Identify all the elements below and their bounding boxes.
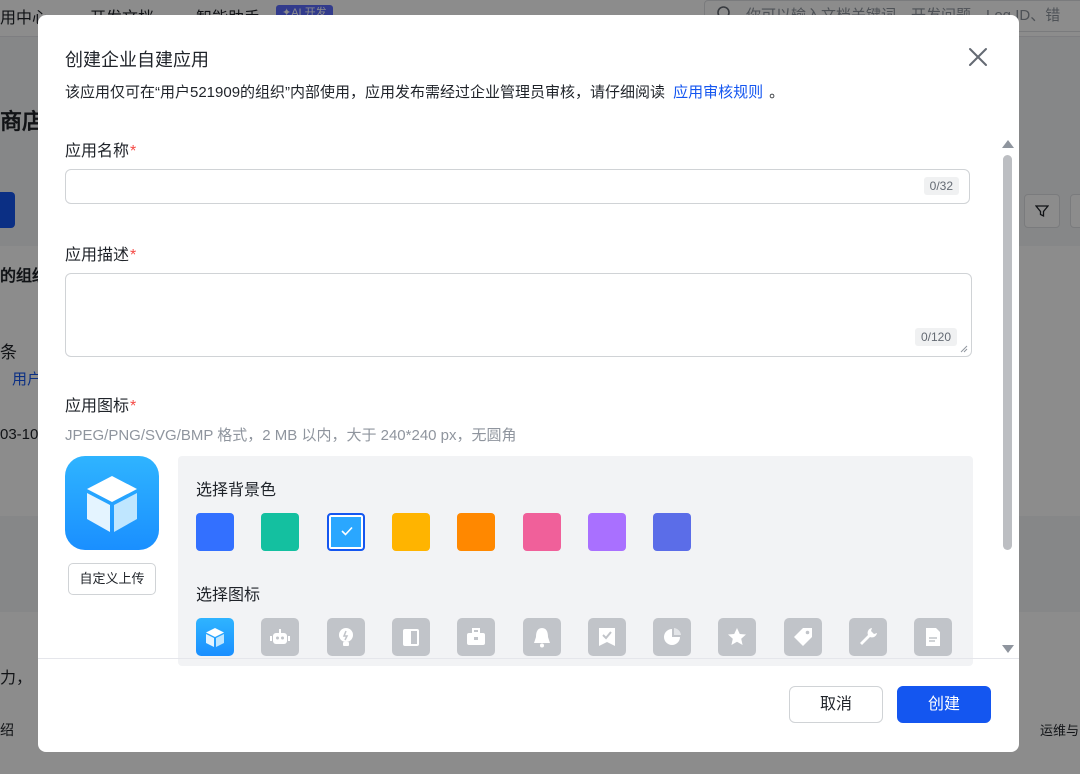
color-swatch[interactable] — [653, 513, 692, 551]
footer-divider — [38, 658, 1019, 659]
label-text: 应用图标 — [65, 398, 130, 415]
required-mark: * — [130, 143, 137, 160]
door-icon — [402, 629, 419, 646]
app-name-field[interactable]: 0/32 — [65, 169, 970, 204]
color-swatch[interactable] — [196, 513, 234, 551]
color-swatch[interactable] — [261, 513, 300, 551]
app-desc-textarea[interactable] — [66, 274, 971, 356]
cube-icon — [87, 476, 137, 532]
review-rules-link[interactable]: 应用审核规则 — [673, 84, 763, 101]
wrench-icon — [860, 628, 877, 645]
scroll-thumb[interactable] — [1003, 155, 1012, 550]
resize-handle-icon[interactable] — [960, 345, 968, 353]
custom-upload-button[interactable]: 自定义上传 — [68, 563, 156, 595]
color-swatch[interactable] — [522, 513, 561, 551]
icon-select-label: 选择图标 — [196, 587, 261, 604]
app-name-input[interactable] — [66, 170, 969, 203]
required-mark: * — [130, 398, 137, 415]
star-icon — [728, 628, 747, 645]
document-icon — [926, 628, 941, 646]
color-swatch[interactable] — [587, 513, 626, 551]
icon-picker-panel: 选择背景色 选择图标 — [178, 456, 973, 666]
dialog-title: 创建企业自建应用 — [65, 50, 209, 70]
icon-option[interactable] — [522, 618, 561, 656]
check-icon — [341, 526, 353, 536]
char-counter: 0/120 — [914, 328, 957, 346]
app-desc-label: 应用描述* — [65, 241, 136, 265]
icon-option[interactable] — [391, 618, 430, 656]
icon-option[interactable] — [849, 618, 887, 656]
badge-check-icon — [598, 628, 615, 646]
pie-chart-icon — [664, 628, 682, 645]
create-button[interactable]: 创建 — [897, 686, 991, 723]
app-icon-label: 应用图标* — [65, 392, 136, 416]
color-swatch[interactable] — [391, 513, 430, 551]
scroll-down-icon[interactable] — [1002, 645, 1014, 653]
color-swatch[interactable] — [457, 513, 496, 551]
icon-option[interactable] — [718, 618, 757, 656]
tag-icon — [793, 628, 812, 646]
required-mark: * — [130, 247, 137, 264]
icon-option[interactable] — [326, 618, 365, 656]
icon-option[interactable] — [587, 618, 626, 656]
cancel-button[interactable]: 取消 — [789, 686, 883, 723]
dialog-subtitle: 该应用仅可在“用户521909的组织”内部使用，应用发布需经过企业管理员审核，请… — [65, 81, 784, 102]
icon-option[interactable] — [196, 618, 234, 656]
icon-option[interactable] — [457, 618, 496, 656]
app-desc-field[interactable]: 0/120 — [65, 273, 972, 357]
app-name-label: 应用名称* — [65, 137, 136, 161]
char-counter: 0/32 — [923, 177, 959, 195]
bg-color-label: 选择背景色 — [196, 482, 277, 499]
cube-icon — [206, 628, 224, 647]
close-icon[interactable] — [966, 45, 990, 69]
label-text: 应用描述 — [65, 247, 130, 264]
color-swatch[interactable] — [326, 513, 365, 551]
icon-option[interactable] — [914, 618, 953, 656]
icon-option[interactable] — [261, 618, 300, 656]
icon-option[interactable] — [783, 618, 822, 656]
briefcase-icon — [467, 628, 486, 645]
create-app-dialog: 创建企业自建应用 该应用仅可在“用户521909的组织”内部使用，应用发布需经过… — [38, 15, 1019, 752]
icon-option[interactable] — [653, 618, 692, 656]
icon-format-hint: JPEG/PNG/SVG/BMP 格式，2 MB 以内，大于 240*240 p… — [65, 427, 517, 444]
scroll-up-icon[interactable] — [1002, 140, 1014, 148]
subtitle-end: 。 — [769, 84, 785, 101]
bell-icon — [533, 628, 550, 648]
icon-preview — [65, 456, 159, 550]
robot-icon — [270, 629, 291, 644]
subtitle-text: 该应用仅可在“用户521909的组织”内部使用，应用发布需经过企业管理员审核，请… — [65, 84, 666, 101]
lightbulb-icon — [338, 628, 353, 646]
label-text: 应用名称 — [65, 143, 130, 160]
